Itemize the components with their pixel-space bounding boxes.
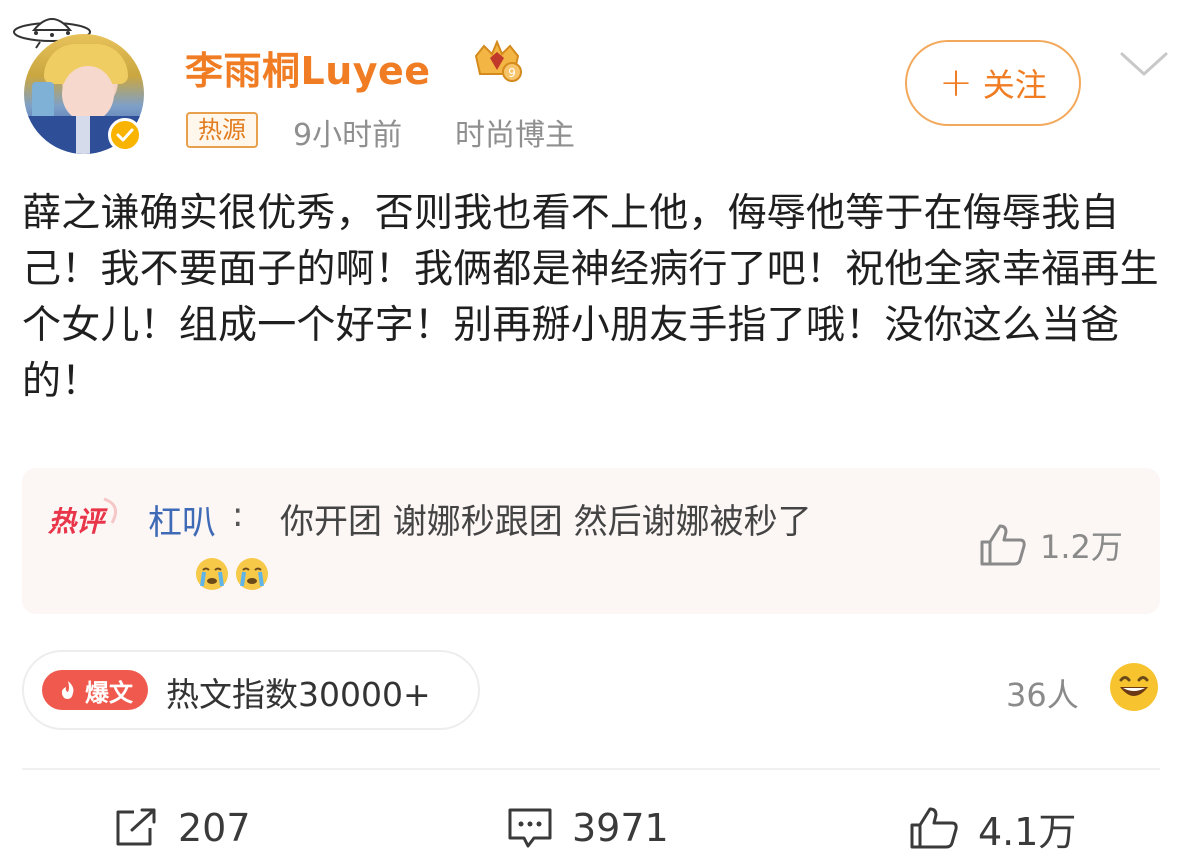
svg-text:热评: 热评 [47, 505, 108, 538]
post-text: 薛之谦确实很优秀，否则我也看不上他，侮辱他等于在侮辱我自己！我不要面子的啊！我俩… [22, 191, 1159, 404]
divider [22, 768, 1160, 770]
crown-level-icon: 9 [474, 40, 522, 82]
comment-text: 你开团 谢娜秒跟团 然后谢娜被秒了 [280, 502, 812, 542]
post-time: 9小时前 [293, 118, 403, 153]
author-tag: 时尚博主 [455, 118, 575, 153]
comment-button[interactable]: 3971 [506, 800, 669, 856]
laughing-face-icon[interactable] [1108, 661, 1160, 713]
share-icon [116, 808, 156, 846]
like-button[interactable]: 4.1万 [908, 800, 1076, 856]
like-count: 4.1万 [978, 809, 1077, 854]
flame-icon [61, 681, 74, 699]
hot-index-text: 热文指数30000+ [166, 675, 431, 714]
repost-button[interactable]: 207 [112, 800, 251, 856]
thumbs-up-icon[interactable] [978, 522, 1028, 568]
comment-colon: : [232, 495, 244, 535]
hot-comment-badge: 热评 [47, 497, 118, 538]
baowen-label: 爆文 [85, 678, 133, 707]
username[interactable]: 李雨桐Luyee [185, 40, 431, 95]
follow-button[interactable]: + 关注 [905, 40, 1081, 126]
reaction-people-count: 36人 [1006, 676, 1079, 714]
baowen-badge: 爆文 [42, 670, 148, 710]
comment-author[interactable]: 杠叭 [148, 495, 216, 544]
plus-icon: + [939, 60, 973, 106]
follow-label: 关注 [982, 66, 1047, 104]
svg-text:9: 9 [508, 66, 516, 80]
comment-count: 3971 [572, 806, 669, 850]
comment-like-count: 1.2万 [1040, 528, 1123, 566]
thumbs-up-icon [910, 807, 958, 849]
verified-badge-icon [108, 118, 142, 152]
comment-icon [508, 808, 552, 848]
crying-face-icon [196, 558, 228, 590]
chevron-down-icon[interactable] [1118, 46, 1170, 82]
crying-face-icon [236, 558, 268, 590]
repost-count: 207 [178, 806, 251, 850]
hot-source-tag[interactable]: 热源 [186, 112, 258, 148]
